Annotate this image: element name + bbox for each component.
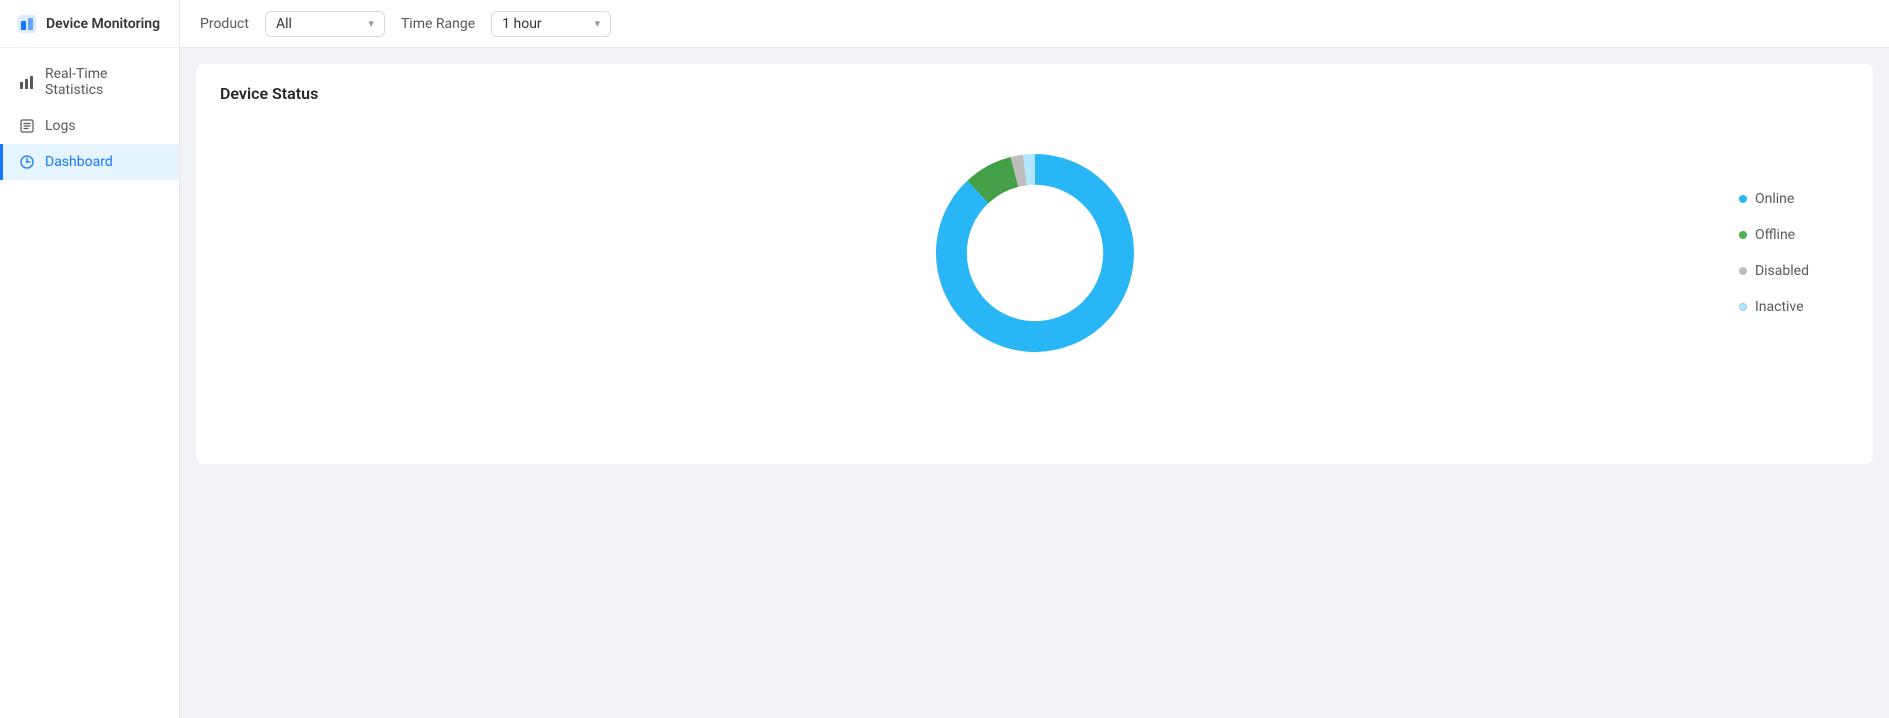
time-range-select[interactable]: 1 hour ▾	[491, 11, 611, 37]
legend-dot-offline	[1739, 231, 1747, 239]
donut-online	[951, 169, 1118, 336]
donut-chart	[925, 143, 1145, 363]
legend-item-offline: Offline	[1739, 227, 1809, 243]
chart-area: Online Offline Disabled Inactive	[220, 123, 1849, 383]
legend-label-disabled: Disabled	[1755, 263, 1809, 279]
sidebar-item-real-time-statistics[interactable]: Real-Time Statistics	[0, 56, 179, 108]
legend-dot-online	[1739, 195, 1747, 203]
chart-icon	[19, 74, 35, 90]
sidebar-item-logs[interactable]: Logs	[0, 108, 179, 144]
sidebar-logo: Device Monitoring	[0, 0, 179, 48]
legend-item-inactive: Inactive	[1739, 299, 1809, 315]
logs-icon	[19, 118, 35, 134]
toolbar: Product All ▾ Time Range 1 hour ▾	[180, 0, 1889, 48]
chevron-down-icon: ▾	[595, 17, 601, 30]
donut-svg	[925, 143, 1145, 363]
sidebar-nav: Real-Time Statistics Logs	[0, 48, 179, 188]
product-select[interactable]: All ▾	[265, 11, 385, 37]
sidebar-item-dashboard[interactable]: Dashboard	[0, 144, 179, 180]
legend-label-offline: Offline	[1755, 227, 1795, 243]
dashboard-icon	[19, 154, 35, 170]
sidebar: Device Monitoring Real-Time Statistics	[0, 0, 180, 718]
legend-dot-disabled	[1739, 267, 1747, 275]
legend-label-online: Online	[1755, 191, 1794, 207]
chevron-down-icon: ▾	[368, 17, 374, 30]
app-title: Device Monitoring	[46, 16, 160, 32]
chart-legend: Online Offline Disabled Inactive	[1739, 191, 1809, 315]
legend-dot-inactive	[1739, 303, 1747, 311]
time-range-select-value: 1 hour	[502, 16, 542, 32]
device-status-card: Device Status	[196, 64, 1873, 464]
legend-item-online: Online	[1739, 191, 1809, 207]
legend-item-disabled: Disabled	[1739, 263, 1809, 279]
main-content: Product All ▾ Time Range 1 hour ▾ Device…	[180, 0, 1889, 718]
sidebar-item-label: Logs	[45, 118, 76, 134]
content-area: Device Status	[180, 48, 1889, 718]
time-range-label: Time Range	[401, 16, 475, 32]
card-title: Device Status	[220, 84, 1849, 103]
product-label: Product	[200, 16, 249, 32]
sidebar-item-label: Dashboard	[45, 154, 113, 170]
logo-icon	[16, 13, 38, 35]
product-select-value: All	[276, 16, 292, 32]
sidebar-item-label: Real-Time Statistics	[45, 66, 163, 98]
legend-label-inactive: Inactive	[1755, 299, 1804, 315]
